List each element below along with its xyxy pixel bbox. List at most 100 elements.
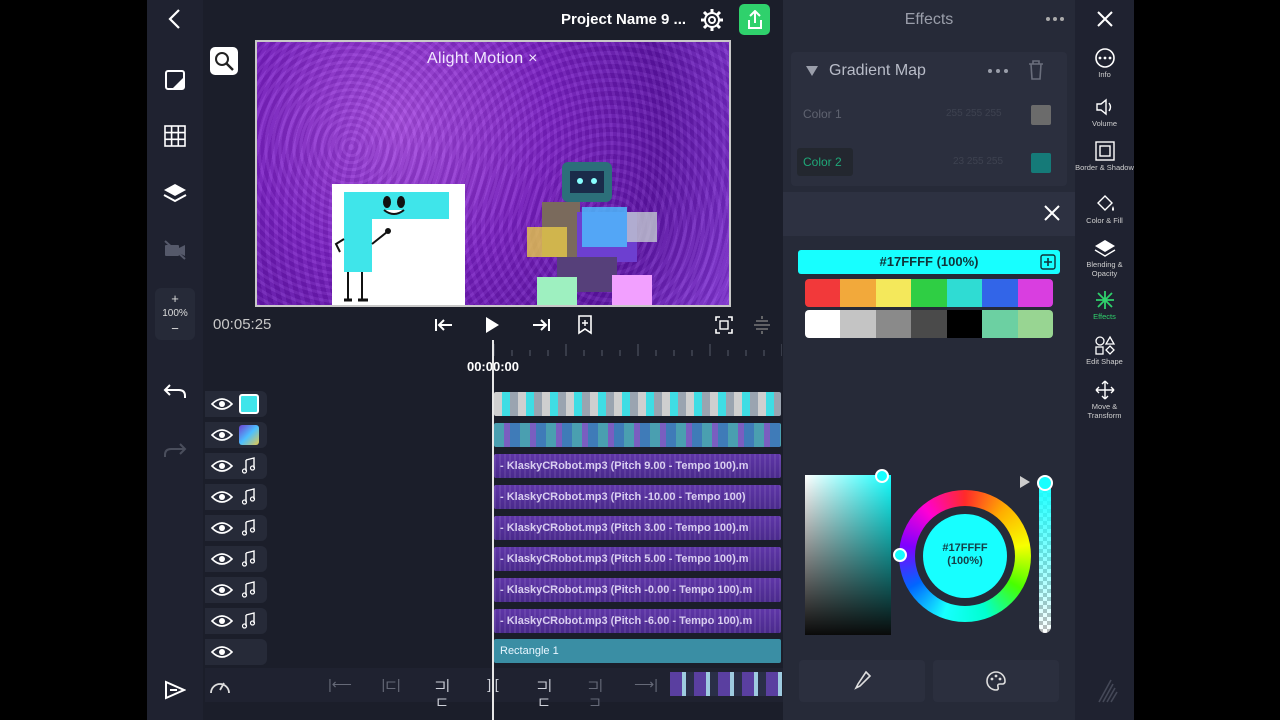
split-right-button[interactable]: ⊐|⊏ (531, 676, 557, 709)
zoom-out-button[interactable]: − (155, 321, 195, 336)
zoom-in-button[interactable]: + (155, 291, 195, 306)
shape-clip[interactable]: Rectangle 1 (494, 639, 781, 663)
character-card[interactable] (332, 184, 465, 305)
skip-start-button[interactable] (432, 313, 456, 337)
play-button[interactable] (480, 313, 504, 337)
robot-character[interactable] (522, 157, 672, 307)
effect-menu-icon[interactable] (987, 64, 1009, 78)
hex-color-bar[interactable]: #17FFFF (100%) (798, 250, 1060, 274)
undo-button[interactable] (161, 378, 189, 406)
swatch-row-colors[interactable] (805, 279, 1053, 307)
color-swatch[interactable] (875, 310, 912, 338)
color-swatch[interactable] (840, 279, 876, 307)
color-swatch[interactable] (1017, 310, 1053, 338)
sidebar-item-border[interactable]: Border & Shadow (1075, 141, 1134, 172)
playhead[interactable] (492, 340, 494, 720)
layer-row[interactable] (205, 484, 267, 510)
layer-row[interactable] (205, 453, 267, 479)
audio-clip[interactable]: - KlaskyCRobot.mp3 (Pitch 3.00 - Tempo 1… (494, 516, 781, 540)
layer-row[interactable] (205, 546, 267, 572)
color1-swatch[interactable] (1031, 105, 1051, 125)
sidebar-item-volume[interactable]: Volume (1075, 97, 1134, 128)
add-swatch-icon[interactable] (1040, 254, 1056, 270)
color-swatch[interactable] (840, 310, 876, 338)
color-swatch[interactable] (911, 279, 947, 307)
eye-icon[interactable] (211, 550, 233, 568)
settings-button[interactable] (700, 8, 724, 32)
alpha-slider[interactable] (1037, 475, 1053, 633)
audio-clip[interactable]: - KlaskyCRobot.mp3 (Pitch 5.00 - Tempo 1… (494, 547, 781, 571)
eye-icon[interactable] (211, 488, 233, 506)
watermark[interactable]: Alight Motion × (427, 50, 538, 68)
color-swatch[interactable] (1017, 279, 1053, 307)
close-button[interactable] (1096, 10, 1114, 33)
trim-start-button[interactable]: |⟵ (327, 676, 353, 694)
hue-handle[interactable] (893, 548, 907, 562)
layer-row[interactable] (205, 422, 267, 448)
color-swatch[interactable] (911, 310, 947, 338)
color-swatch[interactable] (946, 310, 983, 338)
fullscreen-button[interactable] (712, 313, 736, 337)
audio-clip[interactable]: - KlaskyCRobot.mp3 (Pitch -10.00 - Tempo… (494, 485, 781, 509)
layer-row[interactable] (205, 515, 267, 541)
project-title[interactable]: Project Name 9 ... (561, 11, 686, 28)
saturation-value-picker[interactable] (805, 469, 891, 635)
image-clip[interactable] (494, 392, 781, 416)
eye-icon[interactable] (211, 612, 233, 630)
layer-row[interactable] (205, 639, 267, 665)
color2-swatch[interactable] (1031, 153, 1051, 173)
export-button[interactable] (739, 4, 770, 35)
split-button[interactable]: ⊐|⊏ (429, 676, 455, 709)
color2-tab[interactable]: Color 2 (797, 148, 853, 176)
color-swatch[interactable] (946, 279, 983, 307)
eye-icon[interactable] (211, 643, 233, 661)
bookmark-button[interactable] (573, 313, 597, 337)
eye-icon[interactable] (211, 457, 233, 475)
panel-menu-button[interactable] (1045, 12, 1065, 31)
camera-button[interactable] (161, 236, 189, 264)
grid-button[interactable] (161, 122, 189, 150)
expand-arrow-icon[interactable] (1019, 475, 1031, 489)
trim-mid-button[interactable]: ⊐|⊐ (582, 676, 608, 709)
overview-strip[interactable] (670, 672, 782, 696)
color-swatch[interactable] (982, 279, 1018, 307)
aspect-ratio-button[interactable] (161, 66, 189, 94)
swatch-row-grays[interactable] (805, 310, 1053, 338)
sv-handle[interactable] (875, 469, 889, 483)
audio-clip[interactable]: - KlaskyCRobot.mp3 (Pitch -0.00 - Tempo … (494, 578, 781, 602)
timeline-ruler[interactable] (492, 338, 782, 356)
alpha-handle[interactable] (1037, 475, 1053, 491)
eye-icon[interactable] (211, 519, 233, 537)
zoom-control[interactable]: + 100% − (155, 288, 195, 340)
redo-button[interactable] (161, 437, 189, 465)
audio-clip[interactable]: - KlaskyCRobot.mp3 (Pitch -6.00 - Tempo … (494, 609, 781, 633)
color-swatch[interactable] (805, 310, 841, 338)
sidebar-item-info[interactable]: Info (1075, 48, 1134, 79)
trim-end-button[interactable]: ⟶| (633, 676, 659, 694)
collapse-triangle-icon[interactable] (805, 65, 819, 77)
video-clip[interactable] (494, 423, 781, 447)
color-swatch[interactable] (982, 310, 1018, 338)
sidebar-item-fill[interactable]: Color & Fill (1075, 194, 1134, 225)
layers-button[interactable] (161, 179, 189, 207)
canvas-preview[interactable]: Alight Motion × (255, 40, 731, 307)
color-swatch[interactable] (875, 279, 912, 307)
layer-row[interactable] (205, 608, 267, 634)
layer-row[interactable] (205, 577, 267, 603)
color-swatch[interactable] (805, 279, 841, 307)
add-layer-button[interactable] (161, 676, 189, 704)
skip-end-button[interactable] (529, 313, 553, 337)
palette-button[interactable] (933, 660, 1059, 702)
eyedropper-button[interactable] (799, 660, 925, 702)
sidebar-item-move[interactable]: Move & Transform (1075, 380, 1134, 420)
fit-view-button[interactable] (210, 47, 238, 75)
split-left-button[interactable]: |⊏| (378, 676, 404, 694)
timeline-options-button[interactable] (750, 313, 774, 337)
eye-icon[interactable] (211, 581, 233, 599)
eye-icon[interactable] (211, 426, 233, 444)
eye-icon[interactable] (211, 395, 233, 413)
trash-icon[interactable] (1027, 59, 1045, 81)
layer-row[interactable] (205, 391, 267, 417)
audio-clip[interactable]: - KlaskyCRobot.mp3 (Pitch 9.00 - Tempo 1… (494, 454, 781, 478)
back-button[interactable] (161, 5, 189, 33)
